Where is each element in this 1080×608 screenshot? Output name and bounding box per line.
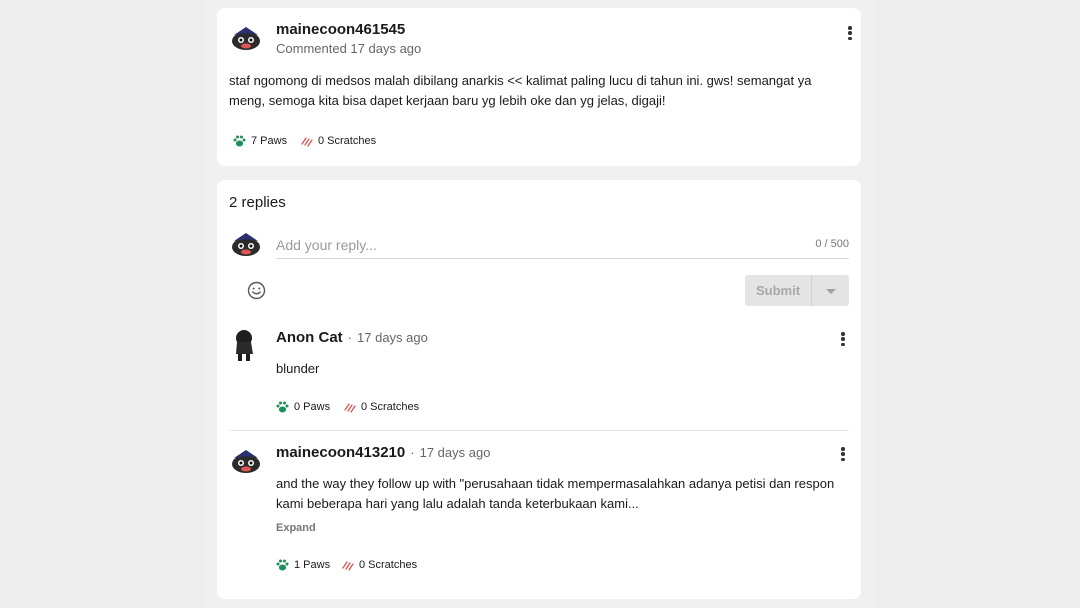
paws-count: 1 Paws [294, 559, 331, 571]
submit-options-button[interactable] [812, 275, 849, 306]
more-options-icon[interactable] [844, 24, 856, 42]
scratches-button[interactable]: 0 Scratches [300, 135, 376, 147]
more-options-icon[interactable] [837, 445, 849, 463]
reply-header: mainecoon413210 · 17 days ago [276, 444, 490, 461]
reply-avatar[interactable] [231, 328, 259, 362]
reply-time: 17 days ago [357, 330, 428, 345]
paws-count: 0 Paws [294, 401, 331, 413]
comment-meta: Commented 17 days ago [276, 41, 422, 56]
scratch-icon [300, 135, 313, 147]
scratches-count: 0 Scratches [361, 401, 420, 413]
reply-input-container: 0 / 500 [276, 232, 849, 259]
scratches-button[interactable]: 0 Scratches [341, 559, 417, 571]
paws-count: 7 Paws [251, 135, 288, 147]
separator: · [410, 445, 415, 460]
separator: · [347, 330, 353, 345]
replies-count: 2 replies [229, 194, 286, 211]
scratch-icon [341, 559, 354, 571]
comment-body: staf ngomong di medsos malah dibilang an… [229, 73, 812, 108]
reply-author[interactable]: mainecoon413210 [276, 444, 405, 461]
submit-group: Submit [745, 275, 849, 306]
more-options-icon[interactable] [837, 330, 849, 348]
reply-input[interactable] [276, 232, 756, 258]
current-user-avatar [229, 226, 263, 260]
emoji-icon[interactable] [247, 281, 266, 300]
paw-icon [276, 401, 289, 413]
replies-card: 2 replies 0 / 500 Submit [217, 180, 861, 599]
reply-avatar[interactable] [229, 443, 263, 477]
reply-time: 17 days ago [419, 445, 491, 460]
divider [229, 430, 849, 431]
chevron-down-icon [825, 282, 836, 300]
paws-button[interactable]: 7 Paws [233, 135, 287, 147]
reply-author[interactable]: Anon Cat [276, 329, 343, 346]
reply-body: and the way they follow up with "perusah… [276, 476, 835, 511]
paws-button[interactable]: 1 Paws [276, 559, 330, 571]
paws-button[interactable]: 0 Paws [276, 401, 330, 413]
reply-header: Anon Cat · 17 days ago [276, 329, 428, 346]
scratches-count: 0 Scratches [318, 135, 377, 147]
scratch-icon [343, 401, 356, 413]
scratches-count: 0 Scratches [359, 559, 418, 571]
paw-icon [233, 135, 246, 147]
scratches-button[interactable]: 0 Scratches [343, 401, 419, 413]
paw-icon [276, 559, 289, 571]
avatar[interactable] [229, 20, 263, 54]
comment-author[interactable]: mainecoon461545 [276, 21, 405, 38]
comment-card: mainecoon461545 Commented 17 days ago st… [217, 8, 861, 166]
character-counter: 0 / 500 [815, 238, 849, 250]
expand-link[interactable]: Expand [276, 522, 316, 534]
reply-body: blunder [276, 361, 320, 376]
submit-button[interactable]: Submit [745, 275, 812, 306]
